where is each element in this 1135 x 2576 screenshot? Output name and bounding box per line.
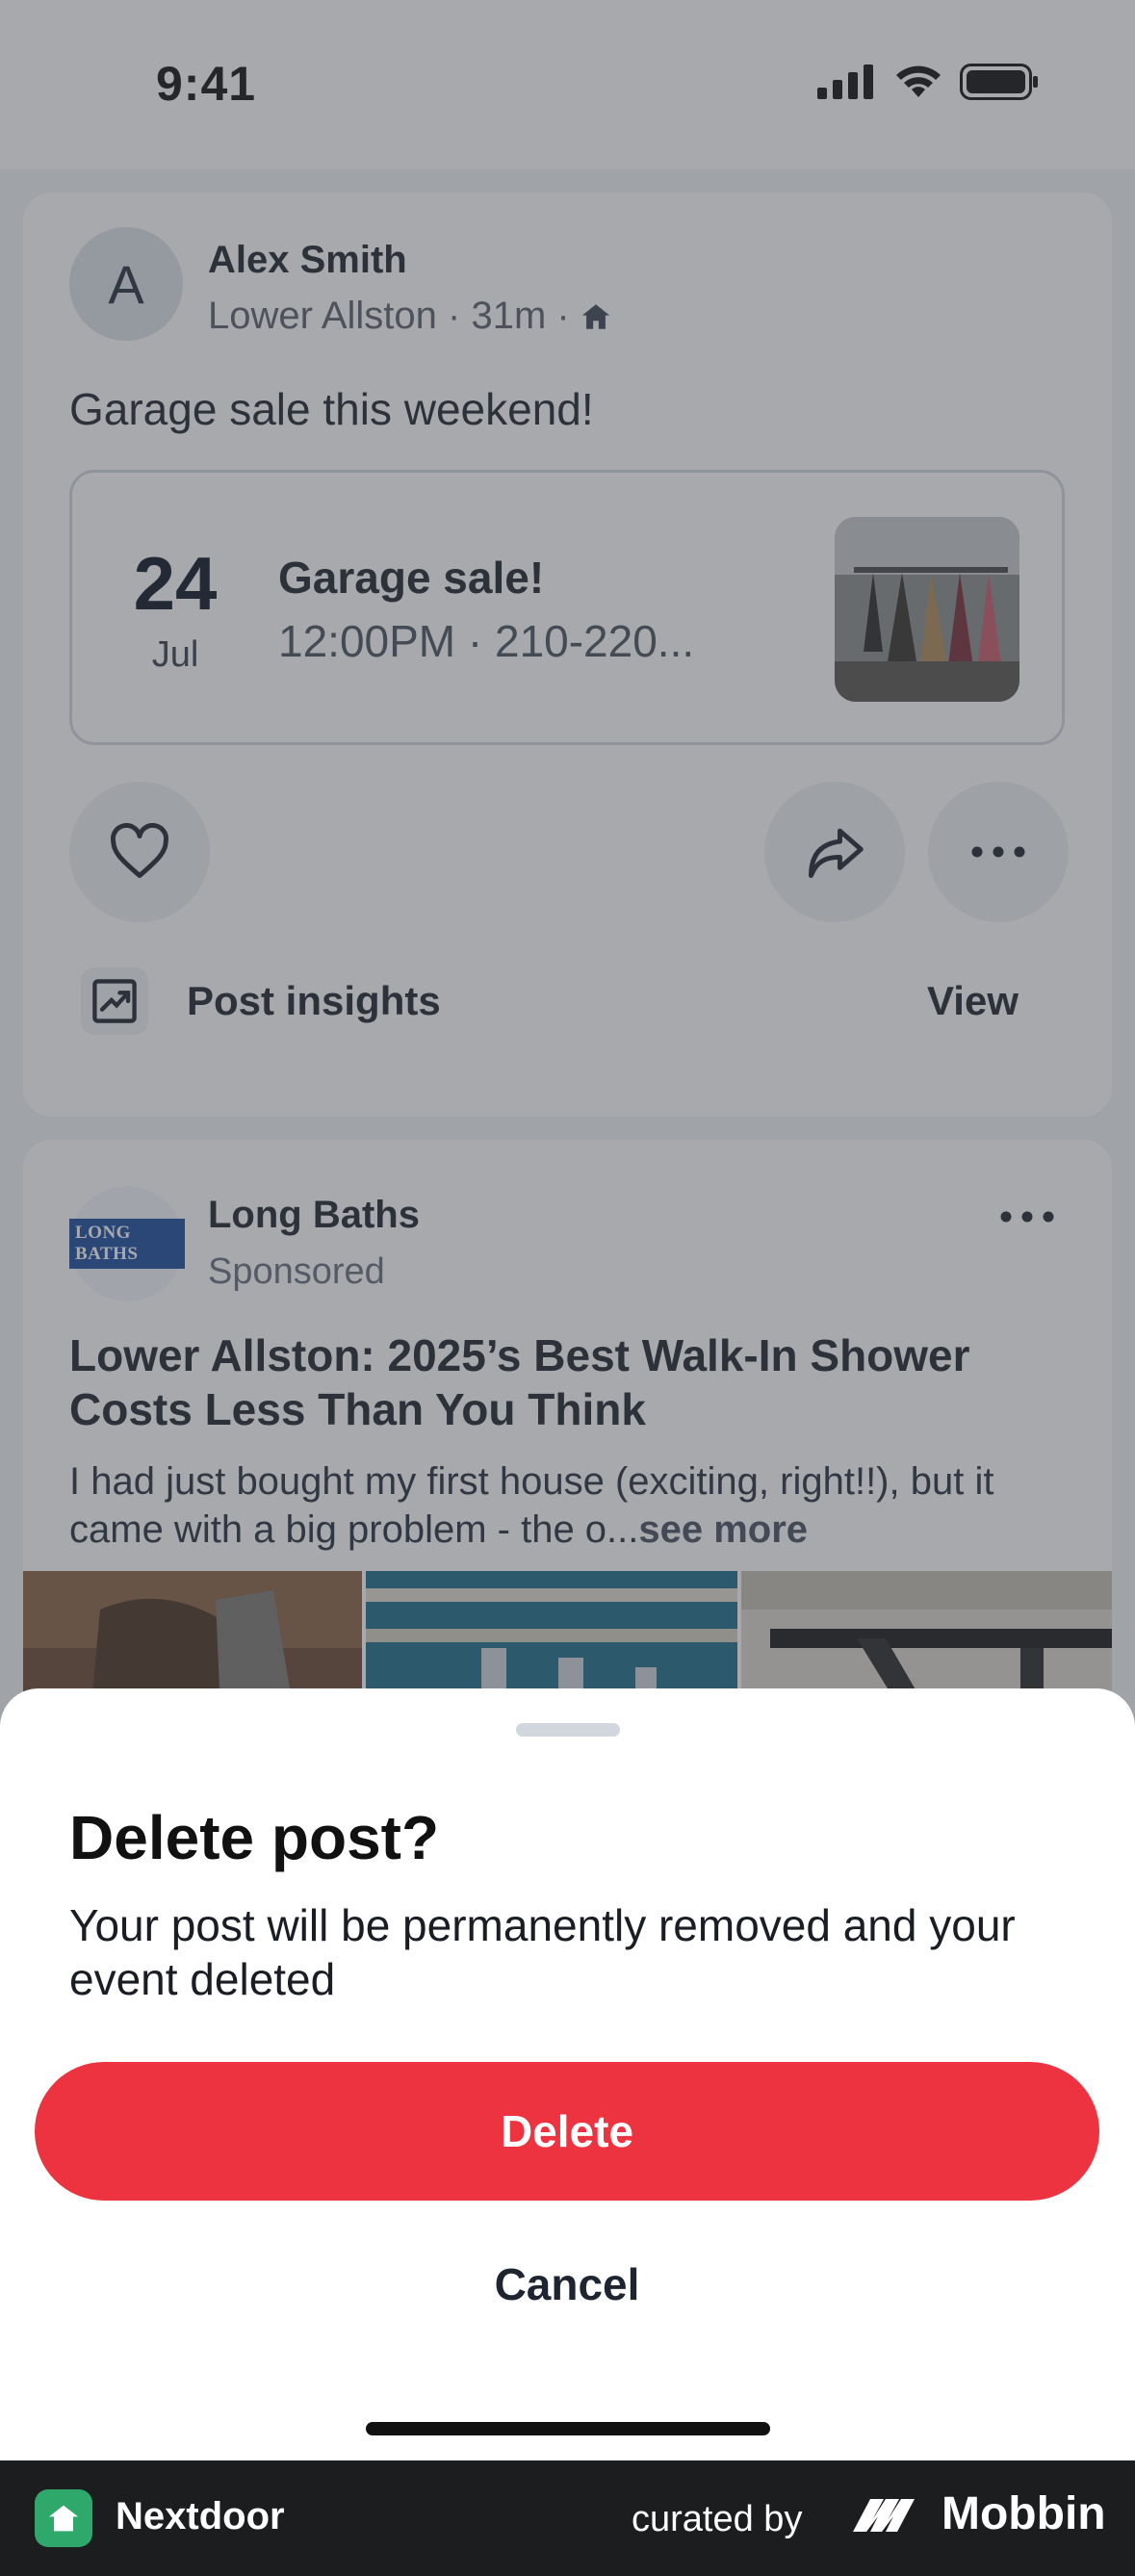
attribution-footer: Nextdoor curated by Mobbin — [0, 2460, 1135, 2576]
sheet-message: Your post will be permanently removed an… — [69, 1900, 1016, 2004]
mobbin-logo: Mobbin — [851, 2487, 1106, 2540]
delete-post-sheet: Delete post? Your post will be permanent… — [0, 1688, 1135, 2460]
footer-curated-by: curated by — [632, 2499, 803, 2539]
sheet-grabber[interactable] — [516, 1723, 620, 1737]
app-screen: 9:41 A Alex Smith Lower Allston · 31m · … — [0, 0, 1135, 2460]
nextdoor-app-icon — [35, 2489, 92, 2547]
sheet-title: Delete post? — [69, 1803, 440, 1872]
footer-app-name: Nextdoor — [116, 2495, 285, 2537]
mobbin-mark-icon — [853, 2498, 915, 2532]
cancel-button[interactable]: Cancel — [35, 2224, 1099, 2345]
footer-brand-name: Mobbin — [942, 2488, 1106, 2539]
home-indicator — [366, 2422, 770, 2435]
delete-button[interactable]: Delete — [35, 2062, 1099, 2201]
